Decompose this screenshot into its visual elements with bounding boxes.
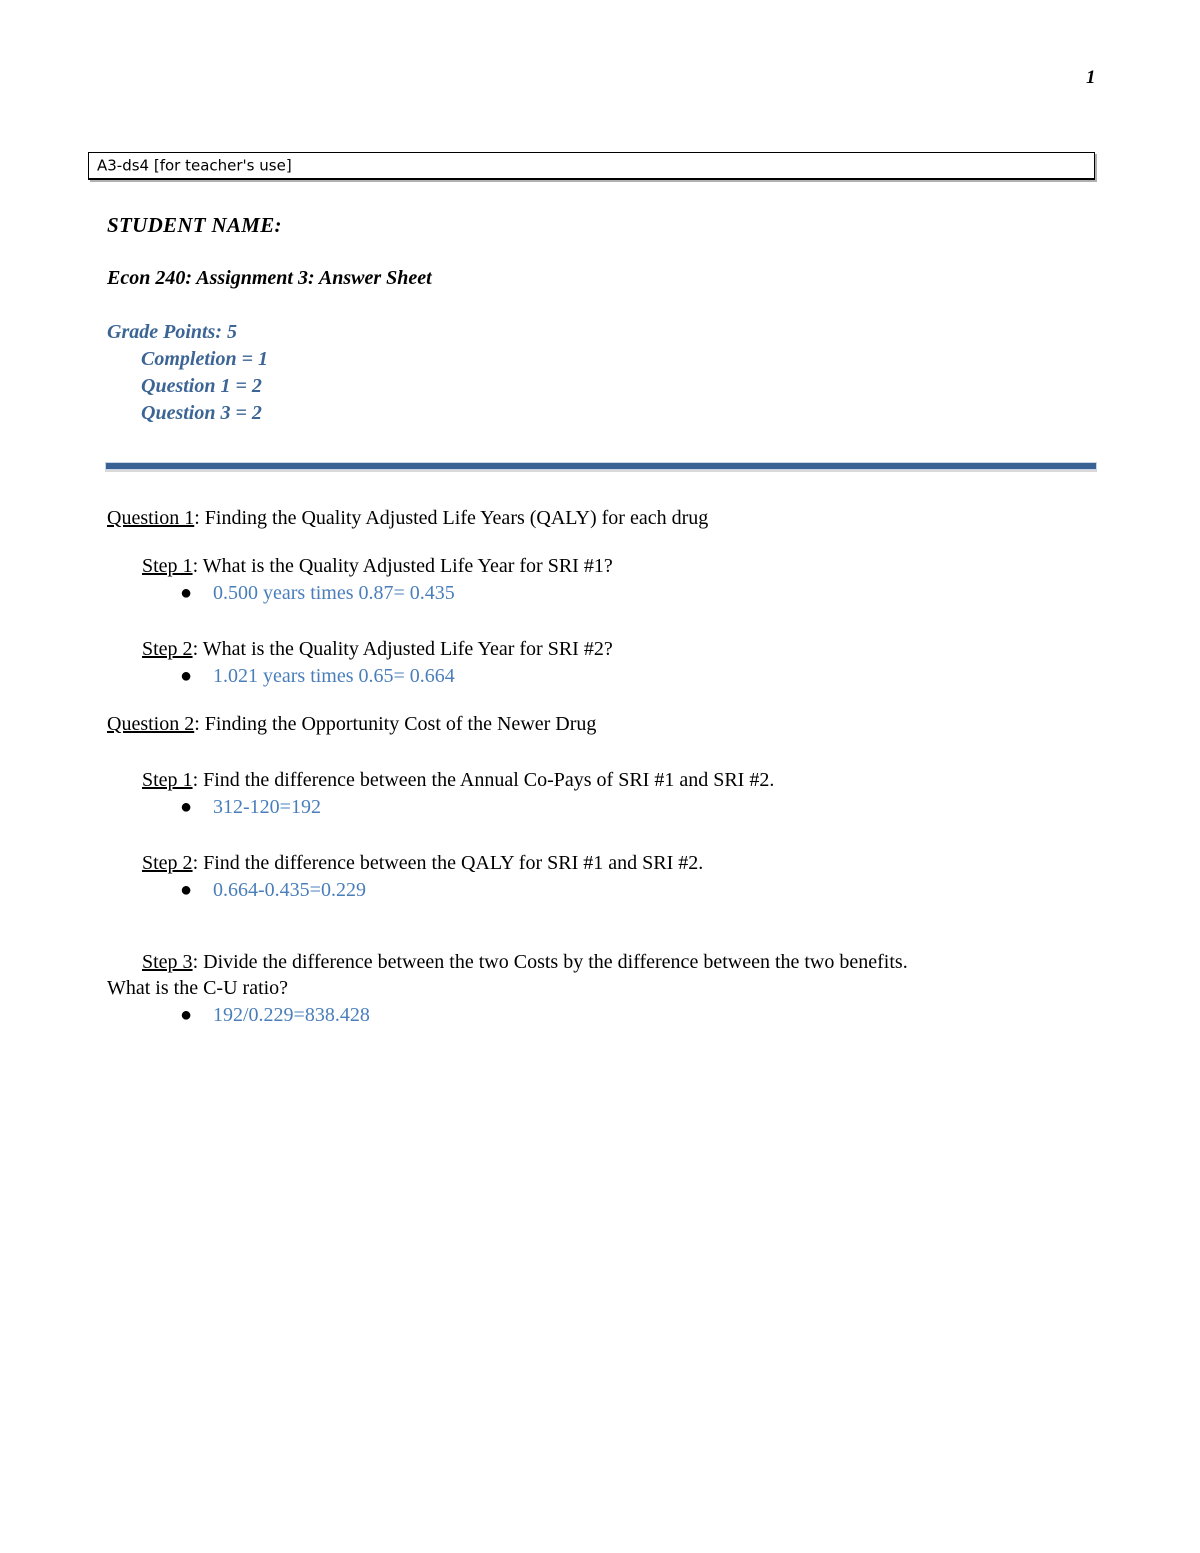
grade-points-list: Completion = 1 Question 1 = 2 Question 3… — [107, 346, 1007, 427]
grade-points-block: Grade Points: 5 Completion = 1 Question … — [107, 319, 1007, 427]
answer-text: 1.021 years times 0.65= 0.664 — [213, 664, 455, 687]
q2-step-2-line: Step 2: Find the difference between the … — [142, 850, 1097, 876]
document-page: 1 A3-ds4 [for teacher's use] STUDENT NAM… — [0, 0, 1200, 1553]
q2-step-1-line: Step 1: Find the difference between the … — [142, 767, 1097, 793]
q2-step-3-answers: ● 192/0.229=838.428 — [142, 1002, 1097, 1028]
q1-step-2-label: Step 2 — [142, 638, 193, 661]
q2-step-2-prompt: : Find the difference between the QALY f… — [192, 852, 704, 875]
teacher-use-label: A3-ds4 [for teacher's use] — [97, 156, 292, 174]
answers-body: Question 1: Finding the Quality Adjusted… — [107, 505, 1097, 1028]
answer-text: 0.664-0.435=0.229 — [213, 878, 366, 901]
q1-step-1-answers: ● 0.500 years times 0.87= 0.435 — [142, 580, 1097, 606]
course-assignment-title: Econ 240: Assignment 3: Answer Sheet — [107, 267, 432, 290]
answer-text: 312-120=192 — [213, 795, 321, 818]
question-1-steps: Step 1: What is the Quality Adjusted Lif… — [107, 553, 1097, 689]
question-2-steps: Step 1: Find the difference between the … — [107, 767, 1097, 1028]
q2-step-1-answers: ● 312-120=192 — [142, 794, 1097, 820]
grade-points-item: Question 3 = 2 — [141, 402, 262, 425]
answer-item: ● 0.500 years times 0.87= 0.435 — [142, 580, 1097, 606]
grade-points-title: Grade Points: 5 — [107, 321, 237, 344]
grade-points-item: Completion = 1 — [141, 348, 268, 371]
q2-step-2-answers: ● 0.664-0.435=0.229 — [142, 877, 1097, 903]
answer-item: ● 0.664-0.435=0.229 — [142, 877, 1097, 903]
question-2-title: : Finding the Opportunity Cost of the Ne… — [194, 712, 597, 735]
answer-text: 0.500 years times 0.87= 0.435 — [213, 581, 455, 604]
grade-points-item: Question 1 = 2 — [141, 375, 262, 398]
bullet-icon: ● — [180, 664, 193, 687]
q1-step-1-prompt: : What is the Quality Adjusted Life Year… — [192, 555, 613, 578]
q2-step-3-line: Step 3: Divide the difference between th… — [107, 949, 1097, 1002]
question-1-heading: Question 1: Finding the Quality Adjusted… — [107, 505, 1097, 531]
q2-step-3-label: Step 3 — [142, 950, 193, 973]
header-block: STUDENT NAME: Econ 240: Assignment 3: An… — [107, 212, 1007, 427]
answer-text: 192/0.229=838.428 — [213, 1003, 370, 1026]
q1-step-2-line: Step 2: What is the Quality Adjusted Lif… — [142, 636, 1097, 662]
teacher-use-box: A3-ds4 [for teacher's use] — [88, 152, 1095, 180]
q2-step-1-label: Step 1 — [142, 769, 193, 792]
question-1-title: : Finding the Quality Adjusted Life Year… — [194, 507, 709, 529]
question-2-heading: Question 2: Finding the Opportunity Cost… — [107, 711, 1097, 737]
q1-step-1-line: Step 1: What is the Quality Adjusted Lif… — [142, 553, 1097, 579]
answer-item: ● 312-120=192 — [142, 794, 1097, 820]
q2-step-3-prompt: : Divide the difference between the two … — [192, 950, 908, 973]
q1-step-2-prompt: : What is the Quality Adjusted Life Year… — [192, 638, 613, 661]
q2-step-2-label: Step 2 — [142, 852, 193, 875]
question-1-label: Question 1 — [107, 507, 195, 529]
bullet-icon: ● — [180, 1003, 193, 1026]
page-number: 1 — [1086, 67, 1096, 88]
q1-step-2-answers: ● 1.021 years times 0.65= 0.664 — [142, 663, 1097, 689]
question-2-label: Question 2 — [107, 712, 195, 735]
q2-step-1-prompt: : Find the difference between the Annual… — [192, 769, 775, 792]
q2-step-3-prompt-tail: What is the C-U ratio? — [107, 977, 289, 1000]
bullet-icon: ● — [180, 581, 193, 604]
answer-item: ● 192/0.229=838.428 — [142, 1002, 1097, 1028]
bullet-icon: ● — [180, 878, 193, 901]
student-name-label: STUDENT NAME: — [107, 213, 282, 237]
q1-step-1-label: Step 1 — [142, 555, 193, 578]
answer-item: ● 1.021 years times 0.65= 0.664 — [142, 663, 1097, 689]
section-divider — [105, 462, 1097, 470]
bullet-icon: ● — [180, 795, 193, 818]
